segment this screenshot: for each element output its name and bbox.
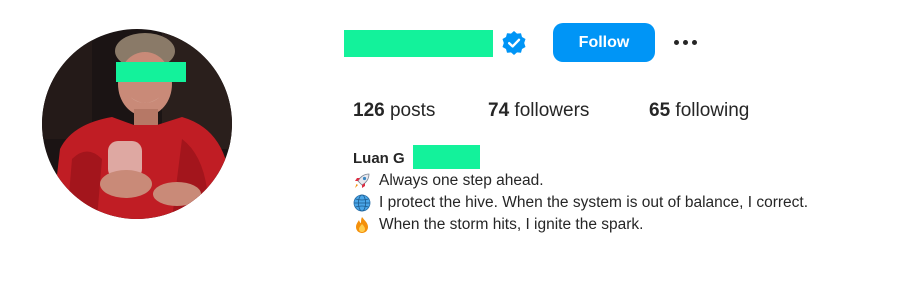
profile-display-name: Luan G [353,150,405,167]
followers-label: followers [514,100,590,121]
bio-line-text: When the storm hits, I ignite the spark. [379,216,644,233]
posts-count: 126 [353,100,385,121]
fire-icon [353,216,371,234]
posts-stat[interactable]: 126 posts [353,100,435,122]
avatar-photo [42,29,232,219]
following-count: 65 [649,100,671,121]
bio-line: Always one step ahead. [353,170,808,192]
profile-avatar[interactable] [42,29,232,219]
dot-icon [682,39,688,45]
globe-icon [353,194,371,212]
bio-line-text: I protect the hive. When the system is o… [379,194,809,211]
more-options-button[interactable] [668,32,702,52]
name-redaction [413,145,480,169]
following-label: following [675,100,750,121]
avatar-redaction [116,62,186,82]
bio-line-text: Always one step ahead. [379,172,544,189]
following-stat[interactable]: 65 following [649,100,749,122]
profile-bio: Luan G Always one step ahead. I protect … [353,145,808,236]
follow-button[interactable]: Follow [553,23,655,62]
posts-label: posts [389,100,436,121]
bio-line: When the storm hits, I ignite the spark. [353,214,808,236]
rocket-icon [353,172,371,190]
username-redaction [344,30,493,57]
dot-icon [691,39,697,45]
followers-stat[interactable]: 74 followers [488,100,589,122]
verified-badge-icon [502,31,526,55]
dot-icon [673,39,679,45]
bio-line: I protect the hive. When the system is o… [353,192,808,214]
followers-count: 74 [488,100,510,121]
